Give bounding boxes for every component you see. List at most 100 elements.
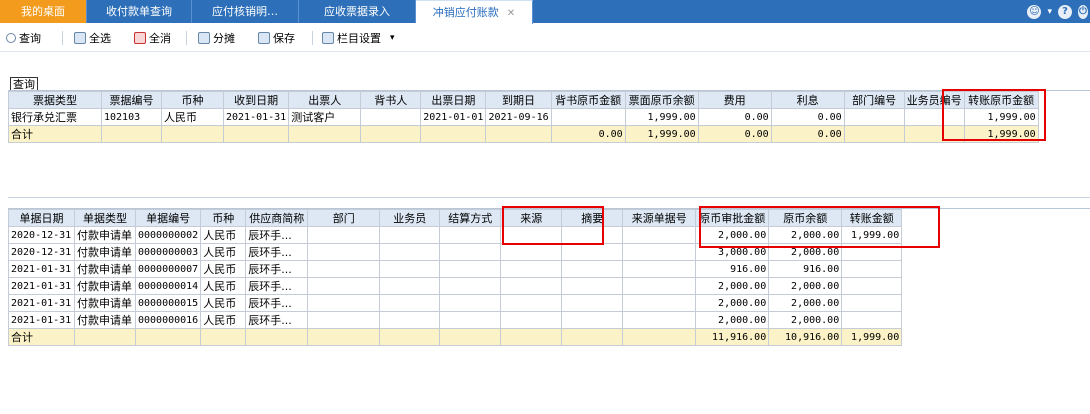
- table-cell[interactable]: 辰环手...: [245, 277, 309, 295]
- table-cell[interactable]: 辰环手...: [245, 294, 309, 312]
- column-header[interactable]: 转账原币金额: [963, 91, 1039, 109]
- table-row[interactable]: 2021-01-31 付款申请单 0000000007 人民币 辰环手... 916.00…: [8, 260, 903, 278]
- column-header[interactable]: 业务员编号: [903, 91, 965, 109]
- table-cell[interactable]: [307, 243, 381, 261]
- column-header[interactable]: 币种: [200, 209, 247, 227]
- table-cell[interactable]: [561, 243, 624, 261]
- table-cell[interactable]: [379, 226, 441, 244]
- tab-offset-payable[interactable]: 冲销应付账款 ✕: [416, 0, 533, 24]
- table-cell[interactable]: 付款申请单: [74, 311, 136, 329]
- table-row[interactable]: 2021-01-31 付款申请单 0000000016 人民币 辰环手... 2,000.…: [8, 311, 903, 329]
- table-row[interactable]: 2020-12-31 付款申请单 0000000002 人民币 辰环手... 2,000.…: [8, 226, 903, 244]
- table-cell[interactable]: [841, 311, 903, 329]
- column-header[interactable]: 票据类型: [8, 91, 102, 109]
- table-cell[interactable]: 2021-01-31: [8, 260, 75, 278]
- table-cell[interactable]: [903, 108, 965, 126]
- table-cell[interactable]: [561, 260, 624, 278]
- power-icon[interactable]: ⏻: [1078, 4, 1088, 19]
- table-cell[interactable]: 2,000.00: [695, 294, 770, 312]
- table-cell[interactable]: [841, 260, 903, 278]
- table-cell[interactable]: [561, 226, 624, 244]
- table-cell[interactable]: [379, 311, 441, 329]
- table-cell[interactable]: 人民币: [200, 243, 247, 261]
- table-cell[interactable]: [439, 260, 502, 278]
- table-cell[interactable]: 辰环手...: [245, 260, 309, 278]
- table-cell[interactable]: [307, 277, 381, 295]
- table-cell[interactable]: 付款申请单: [74, 294, 136, 312]
- table-cell[interactable]: 2020-12-31: [8, 226, 75, 244]
- table-cell[interactable]: 人民币: [161, 108, 224, 126]
- column-header[interactable]: 出票人: [288, 91, 362, 109]
- table-cell[interactable]: 2021-01-01: [420, 108, 487, 126]
- table-cell[interactable]: 付款申请单: [74, 260, 136, 278]
- table-cell[interactable]: [439, 294, 502, 312]
- table-cell[interactable]: 1,999.00: [841, 226, 903, 244]
- table-cell[interactable]: 2021-01-31: [222, 108, 290, 126]
- table-cell[interactable]: [561, 277, 624, 295]
- table-cell[interactable]: 0000000002: [134, 226, 202, 244]
- table-cell[interactable]: [500, 260, 563, 278]
- column-header[interactable]: 费用: [697, 91, 772, 109]
- table-cell[interactable]: [307, 311, 381, 329]
- column-header[interactable]: 供应商简称: [245, 209, 309, 227]
- column-header[interactable]: 单据日期: [8, 209, 75, 227]
- table-cell[interactable]: [622, 243, 697, 261]
- column-header[interactable]: 转账金额: [841, 209, 903, 227]
- table-cell[interactable]: 2,000.00: [695, 277, 770, 295]
- column-settings-button[interactable]: 栏目设置 ▾: [322, 29, 395, 47]
- table-cell[interactable]: [379, 260, 441, 278]
- table-cell[interactable]: [561, 294, 624, 312]
- table-cell[interactable]: 1,999.00: [624, 108, 699, 126]
- table-cell[interactable]: [550, 108, 626, 126]
- table-cell[interactable]: 2,000.00: [695, 311, 770, 329]
- column-header[interactable]: 票面原币余额: [624, 91, 699, 109]
- table-cell[interactable]: 0.00: [697, 108, 772, 126]
- table-cell[interactable]: 0000000003: [134, 243, 202, 261]
- chevron-down-icon[interactable]: ▾: [390, 33, 395, 43]
- table-cell[interactable]: 辰环手...: [245, 243, 309, 261]
- column-header[interactable]: 业务员: [379, 209, 441, 227]
- table-cell[interactable]: 0.00: [770, 108, 845, 126]
- column-header[interactable]: 原币余额: [768, 209, 843, 227]
- query-button[interactable]: 查询: [6, 29, 41, 47]
- table-cell[interactable]: [307, 226, 381, 244]
- column-header[interactable]: 到期日: [485, 91, 552, 109]
- column-header[interactable]: 部门编号: [843, 91, 905, 109]
- table-cell[interactable]: 人民币: [200, 260, 247, 278]
- table-cell[interactable]: 辰环手...: [245, 226, 309, 244]
- table-cell[interactable]: [622, 311, 697, 329]
- column-header[interactable]: 单据编号: [134, 209, 202, 227]
- column-header[interactable]: 结算方式: [439, 209, 502, 227]
- table-cell[interactable]: [439, 311, 502, 329]
- table-cell[interactable]: 2,000.00: [768, 277, 843, 295]
- column-header[interactable]: 收到日期: [222, 91, 290, 109]
- table-row[interactable]: 2020-12-31 付款申请单 0000000003 人民币 辰环手... 3,000.…: [8, 243, 903, 261]
- table-cell[interactable]: 916.00: [768, 260, 843, 278]
- table-cell[interactable]: [622, 294, 697, 312]
- table-cell[interactable]: 2020-12-31: [8, 243, 75, 261]
- table-cell[interactable]: [500, 294, 563, 312]
- table-cell[interactable]: 人民币: [200, 226, 247, 244]
- select-all-button[interactable]: 全选: [74, 29, 111, 47]
- column-header[interactable]: 出票日期: [420, 91, 487, 109]
- smiley-icon[interactable]: ☺: [1027, 4, 1042, 19]
- table-cell[interactable]: 2,000.00: [695, 226, 770, 244]
- table-cell[interactable]: [500, 226, 563, 244]
- table-cell[interactable]: 付款申请单: [74, 243, 136, 261]
- save-button[interactable]: 保存: [258, 29, 295, 47]
- column-header[interactable]: 单据类型: [74, 209, 136, 227]
- column-header[interactable]: 背书原币金额: [550, 91, 626, 109]
- table-cell[interactable]: [307, 294, 381, 312]
- table-cell[interactable]: 916.00: [695, 260, 770, 278]
- table-cell[interactable]: 辰环手...: [245, 311, 309, 329]
- table-cell[interactable]: 102103: [101, 108, 162, 126]
- table-cell[interactable]: 测试客户: [288, 108, 362, 126]
- table-cell[interactable]: [307, 260, 381, 278]
- table-cell[interactable]: [843, 108, 905, 126]
- table-cell[interactable]: 2,000.00: [768, 226, 843, 244]
- table-cell[interactable]: 2021-01-31: [8, 311, 75, 329]
- table-cell[interactable]: 0000000016: [134, 311, 202, 329]
- table-cell[interactable]: [841, 243, 903, 261]
- chevron-down-icon[interactable]: ▾: [1047, 7, 1052, 17]
- column-header[interactable]: 利息: [770, 91, 845, 109]
